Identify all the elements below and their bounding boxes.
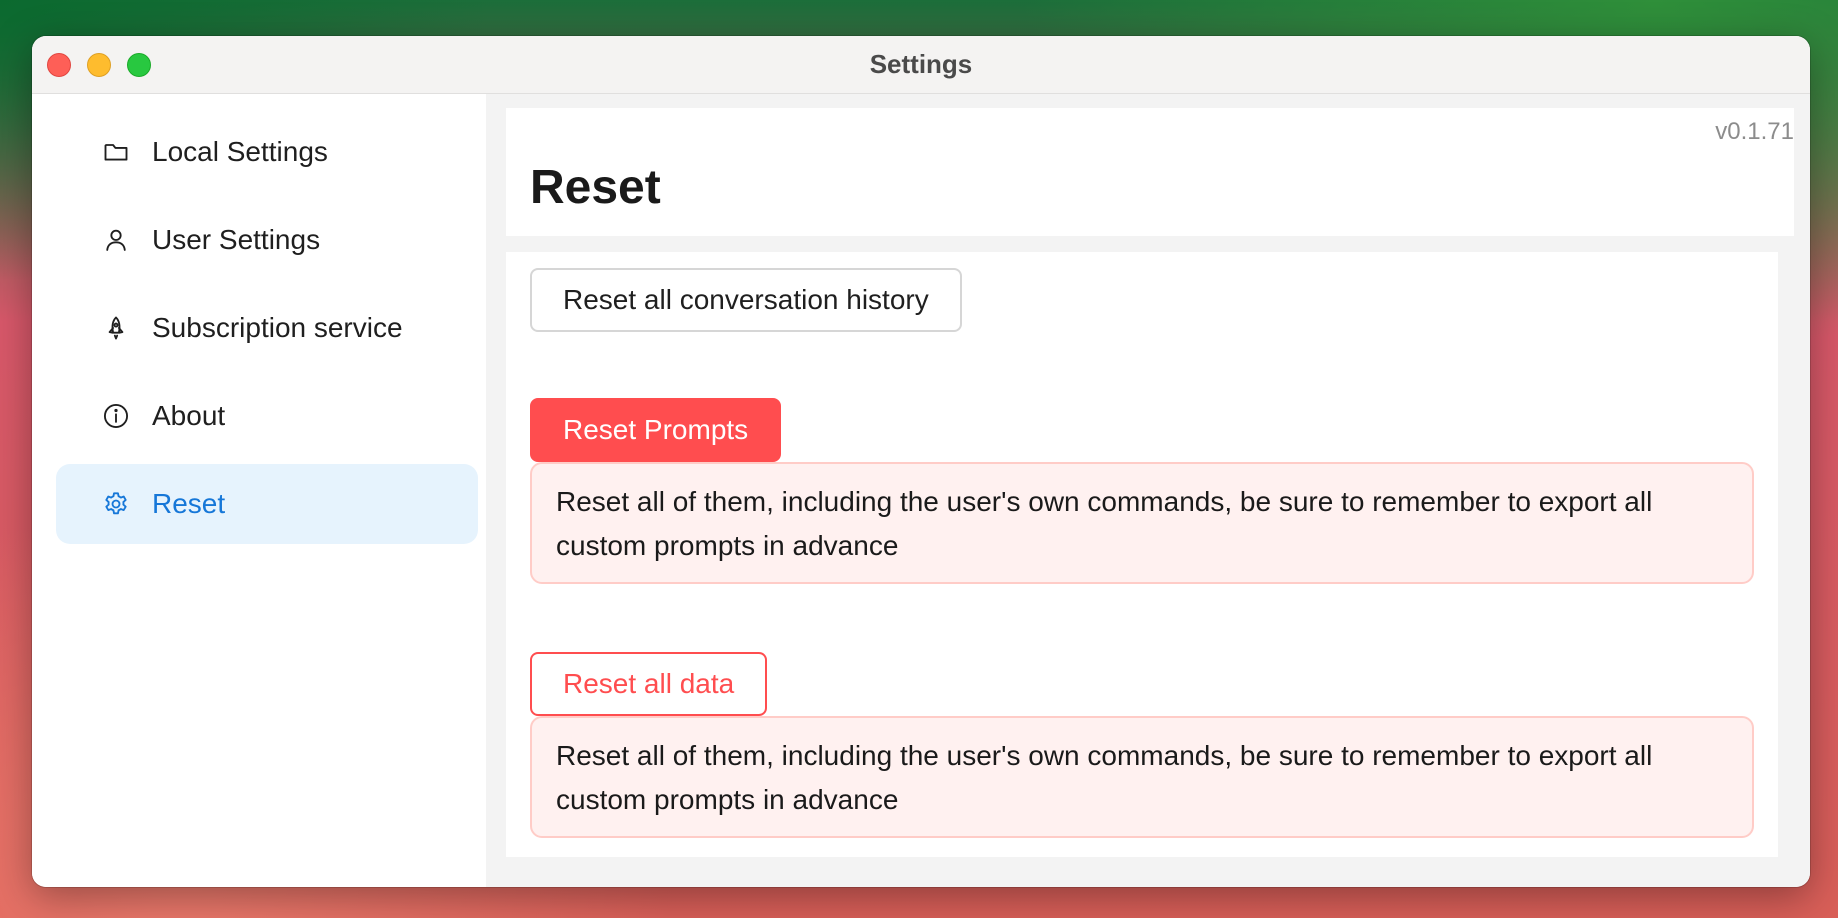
sidebar-item-subscription-service[interactable]: Subscription service — [56, 288, 478, 368]
version-label: v0.1.71 — [1715, 118, 1794, 145]
sidebar-item-label: Subscription service — [152, 312, 403, 343]
page-header: v0.1.71 Reset — [506, 108, 1794, 236]
sidebar-item-label: Local Settings — [152, 136, 328, 167]
settings-window: Settings Local Settings User Settings Su… — [32, 36, 1810, 887]
reset-prompts-button[interactable]: Reset Prompts — [530, 398, 782, 462]
reset-prompts-warning: Reset all of them, including the user's … — [530, 462, 1754, 584]
user-icon — [102, 226, 130, 254]
sidebar-item-user-settings[interactable]: User Settings — [56, 200, 478, 280]
sidebar: Local Settings User Settings Subscriptio… — [32, 94, 486, 887]
sidebar-item-label: About — [152, 400, 226, 431]
rocket-icon — [102, 314, 130, 342]
reset-conversation-history-button[interactable]: Reset all conversation history — [530, 268, 962, 332]
sidebar-item-label: Reset — [152, 488, 226, 519]
reset-all-data-warning: Reset all of them, including the user's … — [530, 716, 1754, 838]
sidebar-item-about[interactable]: About — [56, 376, 478, 456]
gear-icon — [102, 490, 130, 518]
folder-icon — [102, 138, 130, 166]
page-title: Reset — [530, 161, 661, 214]
reset-all-data-button[interactable]: Reset all data — [530, 652, 768, 716]
sidebar-item-reset[interactable]: Reset — [56, 464, 478, 544]
info-icon — [102, 402, 130, 430]
window-title: Settings — [869, 49, 973, 79]
main-panel: v0.1.71 Reset Reset all conversation his… — [486, 94, 1810, 887]
sidebar-item-local-settings[interactable]: Local Settings — [56, 112, 478, 192]
reset-options: Reset all conversation history Reset Pro… — [506, 252, 1778, 857]
sidebar-item-label: User Settings — [152, 224, 321, 255]
title-bar: Settings — [32, 36, 1810, 94]
